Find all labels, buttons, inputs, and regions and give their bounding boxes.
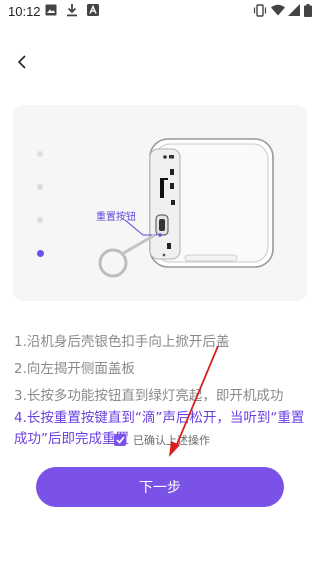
next-step-button[interactable]: 下一步 <box>36 467 284 507</box>
status-bar: 10:12 <box>0 0 320 24</box>
instruction-step-1: 1.沿机身后壳银色扣手向上掀开后盖 <box>14 334 230 350</box>
wifi-icon <box>271 4 285 16</box>
vibrate-icon <box>253 4 267 17</box>
instruction-step-2: 2.向左揭开侧面盖板 <box>14 361 135 377</box>
confirm-label: 已确认上述操作 <box>133 434 210 447</box>
reset-button-callout: 重置按钮 <box>96 212 136 223</box>
confirm-checkbox[interactable] <box>114 434 126 446</box>
download-icon <box>67 4 77 17</box>
status-time: 10:12 <box>8 4 41 19</box>
checkmark-icon <box>115 436 125 444</box>
instruction-step-3: 3.长按多功能按钮直到绿灯亮起，即开机成功 <box>14 388 284 404</box>
app-icon <box>87 4 99 16</box>
back-button[interactable] <box>8 48 36 76</box>
chevron-left-icon <box>17 55 26 69</box>
signal-icon <box>288 4 300 16</box>
confirm-checkbox-row[interactable]: 已确认上述操作 <box>114 432 210 448</box>
next-step-label: 下一步 <box>139 480 181 496</box>
battery-icon <box>304 4 312 17</box>
image-icon <box>45 4 57 16</box>
reset-illustration: 重置按钮 <box>13 105 307 301</box>
device-drawing <box>98 138 274 278</box>
